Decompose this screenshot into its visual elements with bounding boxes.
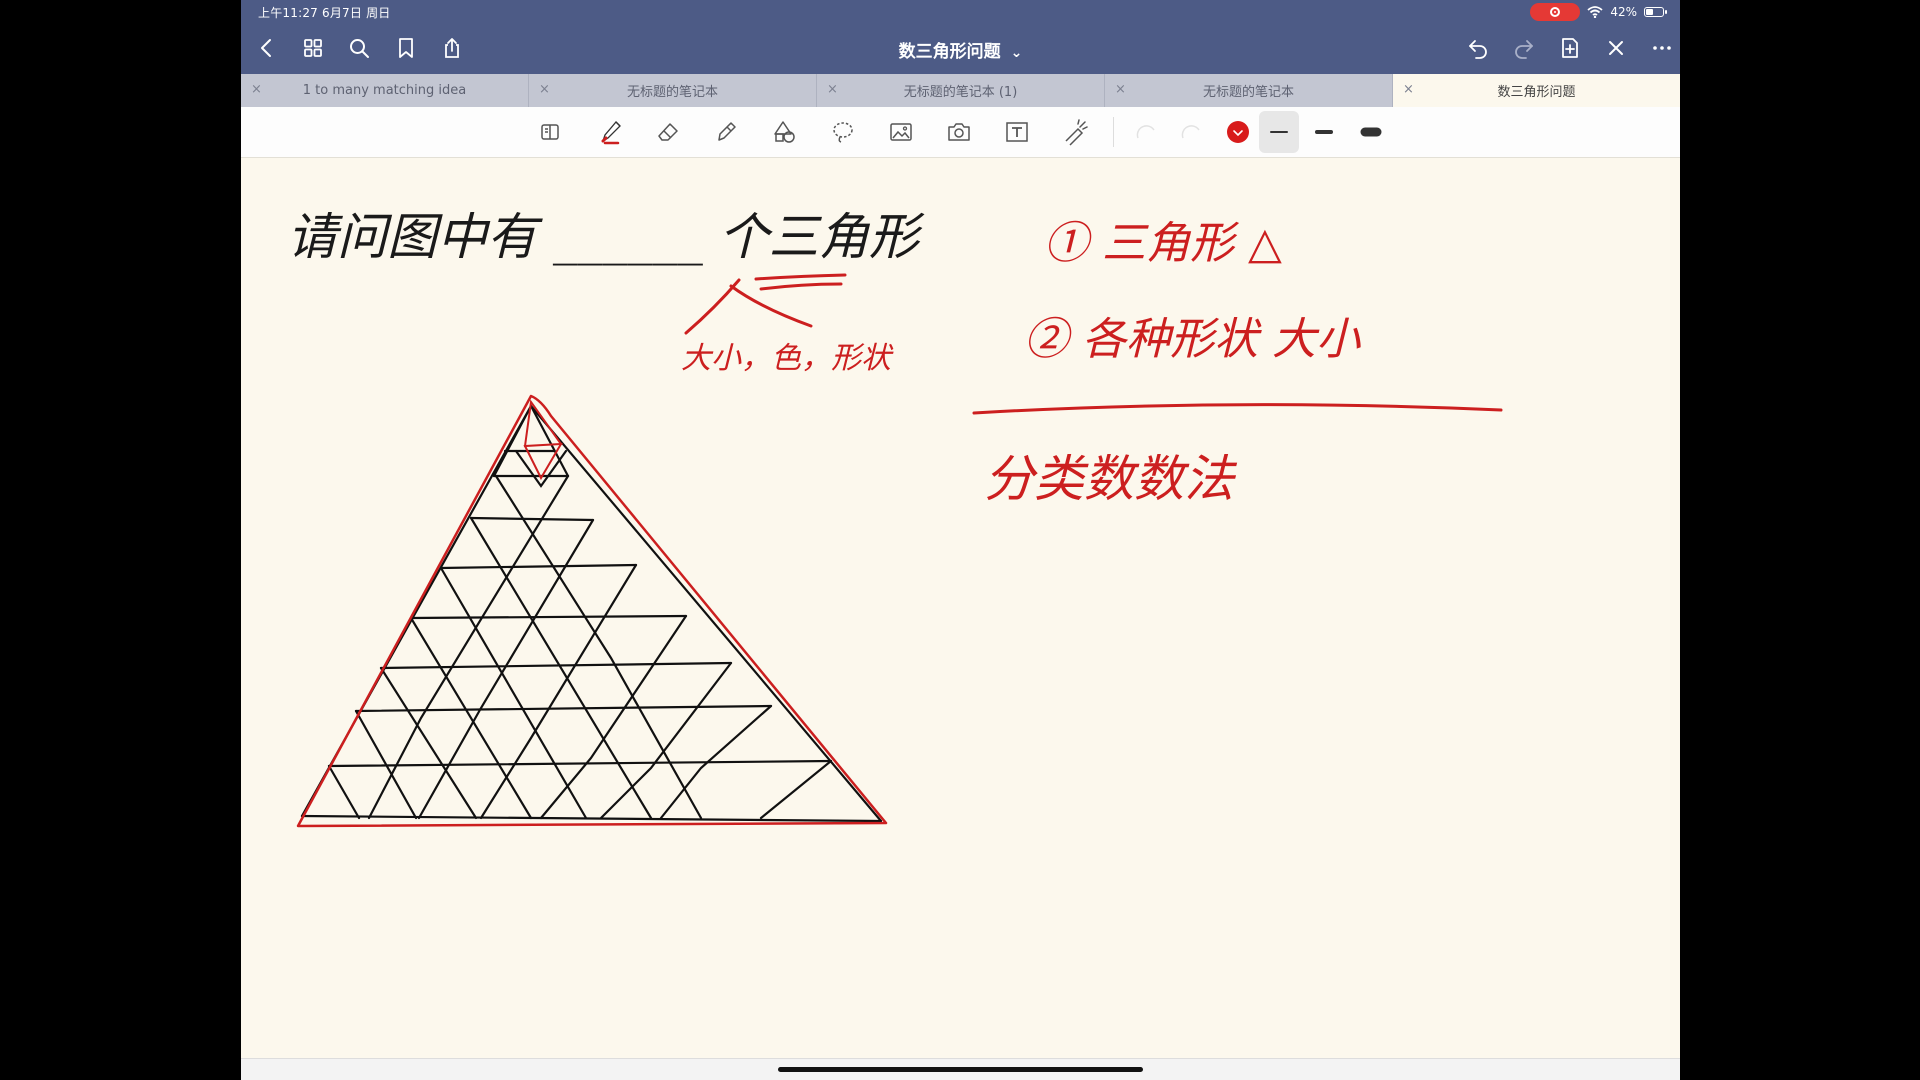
tab-5-active[interactable]: × 数三角形问题 — [1393, 74, 1680, 107]
textbox-icon[interactable] — [1002, 117, 1032, 147]
tool-bar — [241, 107, 1680, 158]
toolbar-divider — [1113, 117, 1114, 147]
battery-percent: 42% — [1610, 5, 1637, 19]
eraser-icon[interactable] — [653, 117, 683, 147]
more-icon[interactable] — [1649, 35, 1675, 61]
home-bar-area — [241, 1058, 1680, 1080]
tab-close-icon[interactable]: × — [539, 82, 550, 97]
grid-line — [379, 661, 733, 670]
tab-label: 无标题的笔记本 — [626, 85, 718, 100]
note-point-1: ① 三角形 △ — [1044, 218, 1282, 269]
grid-line — [327, 516, 653, 820]
favorite-pen-slot-icon[interactable] — [1176, 117, 1206, 147]
document-title-text[interactable]: 数三角形问题 — [899, 42, 1001, 62]
screen-recording-indicator[interactable] — [1530, 3, 1581, 21]
bookmark-icon[interactable] — [393, 35, 419, 61]
top-bar: 上午11:27 6月7日 周日 42% 数三角形问题 ⌄ — [241, 0, 1680, 74]
stroke-thin-option[interactable] — [1259, 111, 1299, 153]
tab-close-icon[interactable]: × — [1403, 82, 1414, 97]
lasso-icon[interactable] — [828, 117, 858, 147]
grid-line — [327, 759, 833, 768]
tab-close-icon[interactable]: × — [251, 82, 262, 97]
home-indicator[interactable] — [778, 1067, 1143, 1072]
search-icon[interactable] — [346, 35, 372, 61]
tab-2[interactable]: × 无标题的笔记本 — [529, 74, 817, 107]
shapes-icon[interactable] — [770, 117, 800, 147]
back-icon[interactable] — [254, 35, 280, 61]
battery-icon — [1644, 7, 1667, 17]
ink-arrow — [684, 278, 813, 335]
undo-icon[interactable] — [1465, 35, 1491, 61]
tab-close-icon[interactable]: × — [827, 82, 838, 97]
share-icon[interactable] — [439, 35, 465, 61]
note-hint: 大小，色，形状 — [681, 341, 894, 376]
tab-1[interactable]: × 1 to many matching idea — [241, 74, 529, 107]
grid-view-icon[interactable] — [300, 35, 326, 61]
status-time-date: 上午11:27 6月7日 周日 — [258, 6, 391, 20]
tab-4[interactable]: × 无标题的笔记本 — [1105, 74, 1393, 107]
ink-underline — [754, 273, 847, 291]
tab-bar: × 1 to many matching idea × 无标题的笔记本 × 无标题的笔… — [241, 74, 1680, 107]
grid-line — [409, 614, 688, 620]
wifi-icon — [1587, 6, 1603, 18]
note-canvas[interactable]: 请问图中有 ______ 个三角形 大小，色，形状 ① 三角形 △ ② 各种形状… — [241, 158, 1680, 1056]
grid-line — [367, 474, 833, 820]
pen-icon[interactable] — [595, 117, 625, 147]
tab-close-icon[interactable]: × — [1115, 82, 1126, 97]
selected-color-swatch[interactable] — [1223, 117, 1253, 147]
status-indicators: 42% — [1530, 3, 1667, 21]
record-icon — [1550, 7, 1561, 17]
grid-line — [300, 814, 883, 823]
ipad-screen: 上午11:27 6月7日 周日 42% 数三角形问题 ⌄ × 1 to many… — [241, 0, 1680, 1080]
grid-line — [494, 474, 703, 820]
favorite-pen-slot-icon[interactable] — [1131, 117, 1161, 147]
tab-label: 1 to many matching idea — [302, 83, 467, 98]
add-page-icon[interactable] — [1557, 35, 1583, 61]
triangle-figure — [300, 404, 883, 823]
tab-label: 数三角形问题 — [1497, 85, 1576, 100]
chevron-down-icon[interactable]: ⌄ — [1011, 45, 1023, 61]
grid-line — [469, 516, 595, 522]
grid-line — [354, 704, 773, 713]
note-method: 分类数数法 — [984, 450, 1238, 508]
tab-label: 无标题的笔记本 — [1202, 85, 1294, 100]
tab-label: 无标题的笔记本 (1) — [903, 85, 1018, 100]
image-icon[interactable] — [886, 117, 916, 147]
ink-divider-line — [972, 403, 1503, 415]
read-mode-icon[interactable] — [535, 117, 565, 147]
close-icon[interactable] — [1603, 35, 1629, 61]
camera-icon[interactable] — [944, 117, 974, 147]
tab-3[interactable]: × 无标题的笔记本 (1) — [817, 74, 1105, 107]
redo-icon[interactable] — [1511, 35, 1537, 61]
note-point-2: ② 各种形状 大小 — [1024, 314, 1361, 365]
stroke-thick-option[interactable] — [1356, 117, 1386, 147]
laser-pointer-icon[interactable] — [1060, 117, 1090, 147]
grid-line — [439, 563, 638, 570]
highlighter-icon[interactable] — [711, 117, 741, 147]
note-question: 请问图中有 ______ 个三角形 — [287, 208, 925, 266]
stroke-medium-option[interactable] — [1309, 117, 1339, 147]
